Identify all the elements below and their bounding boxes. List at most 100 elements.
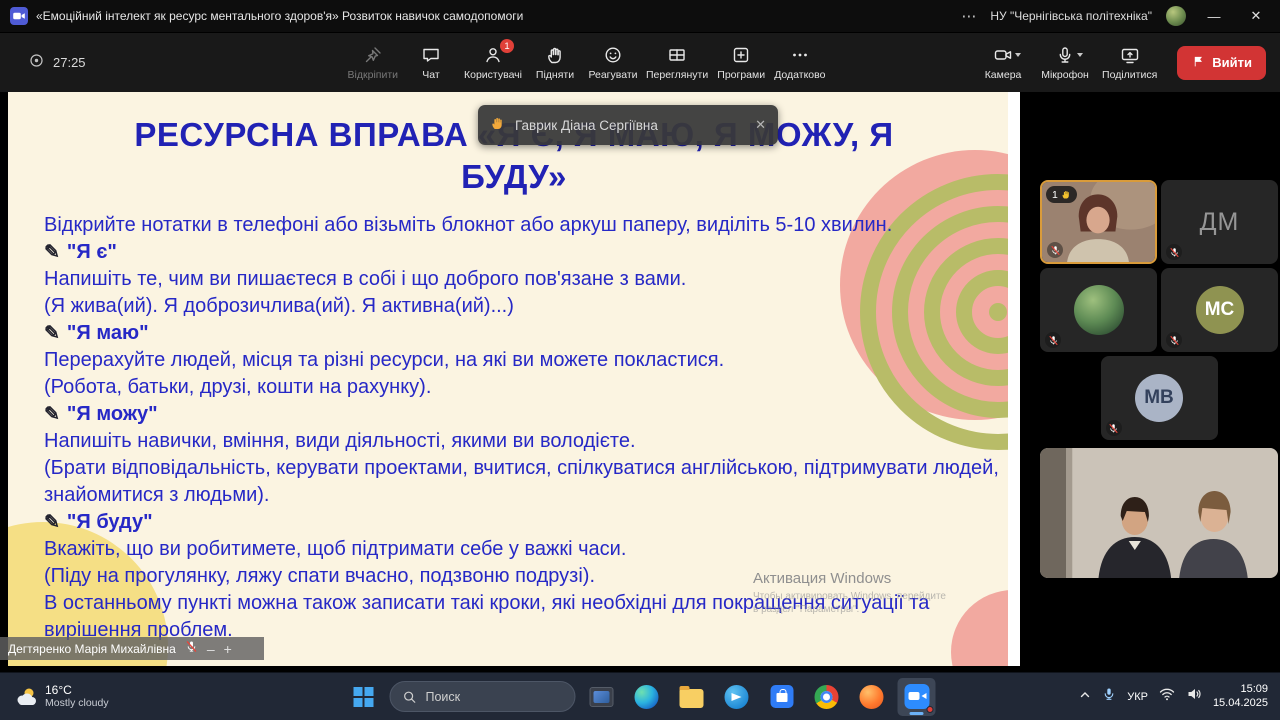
unpin-button[interactable]: Відкріпити [344, 42, 402, 83]
slide-line: ✎"Я є" [44, 239, 1014, 266]
hand-raised-notification: Гаврик Діана Сергіївна ✕ [478, 105, 778, 145]
mic-muted-icon [1166, 332, 1182, 348]
raise-hand-button[interactable]: Підняти [526, 42, 584, 83]
slide-line: ✎"Я можу" [44, 401, 1014, 428]
zoom-icon [904, 684, 929, 709]
weather-temperature: 16°C [45, 684, 109, 698]
store-icon [770, 685, 793, 708]
smiley-icon [603, 44, 623, 66]
participants-button[interactable]: 1 Користувачі [460, 42, 526, 83]
camera-icon [993, 44, 1013, 66]
tray-date: 15.04.2025 [1213, 697, 1268, 711]
start-button[interactable] [345, 678, 383, 716]
slide-line: Відкрийте нотатки в телефоні або візьміт… [44, 212, 1014, 239]
microphone-button[interactable]: Мікрофон [1036, 42, 1094, 83]
pencil-icon: ✎ [44, 512, 60, 533]
leave-flag-icon [1191, 54, 1205, 72]
participants-sidebar: 1 ДМ [1038, 92, 1280, 672]
chrome-icon [815, 685, 839, 709]
mic-muted-icon [1166, 244, 1182, 260]
language-indicator[interactable]: УКР [1127, 691, 1148, 703]
participant-tile-initials[interactable]: МС [1161, 268, 1278, 352]
react-button[interactable]: Реагувати [584, 42, 642, 83]
apps-plus-icon [731, 44, 751, 66]
hand-icon [490, 115, 505, 136]
chat-button[interactable]: Чат [402, 42, 460, 83]
pencil-icon: ✎ [44, 242, 60, 263]
participant-tile-initials[interactable]: МВ [1101, 356, 1218, 440]
apps-button[interactable]: Програми [712, 42, 770, 83]
folder-icon [680, 689, 704, 708]
orange-app-icon [860, 685, 884, 709]
presenter-name-label: Дегтяренко Марія Михайлівна – + [0, 637, 264, 660]
clock[interactable]: 15:09 15.04.2025 [1213, 683, 1268, 711]
share-screen-button[interactable]: Поділитися [1098, 42, 1161, 83]
edge-button[interactable] [628, 678, 666, 716]
zoom-taskbar-button[interactable] [898, 678, 936, 716]
account-avatar[interactable] [1166, 6, 1186, 26]
ellipsis-icon [790, 44, 810, 66]
users-icon [483, 44, 503, 66]
mic-muted-icon [185, 640, 198, 658]
volume-icon[interactable] [1186, 686, 1202, 707]
recording-timer-icon [28, 52, 45, 74]
participant-tile-video[interactable]: 1 [1040, 180, 1157, 264]
pin-icon [363, 44, 383, 66]
search-icon [403, 690, 417, 704]
chevron-down-icon[interactable] [1015, 53, 1021, 57]
pencil-icon: ✎ [44, 323, 60, 344]
grid-view-icon [667, 44, 687, 66]
notification-participant-name: Гаврик Діана Сергіївна [515, 118, 658, 133]
search-placeholder: Поиск [426, 690, 461, 704]
weather-widget[interactable]: 16°C Mostly cloudy [0, 673, 121, 720]
taskbar-search[interactable]: Поиск [390, 681, 576, 712]
orange-app-button[interactable] [853, 678, 891, 716]
participant-tile-video-large[interactable] [1040, 448, 1278, 578]
tray-time: 15:09 [1240, 683, 1268, 697]
task-view-button[interactable] [583, 678, 621, 716]
minimize-button[interactable]: — [1200, 9, 1228, 24]
mic-muted-icon [1047, 242, 1063, 258]
participant-initials: ДМ [1200, 208, 1240, 237]
titlebar-more-button[interactable]: ⋯ [961, 7, 976, 25]
meeting-toolbar: 27:25 Відкріпити Чат 1 Користувачі [0, 32, 1280, 92]
close-button[interactable]: ✕ [1242, 8, 1270, 24]
meeting-title: «Емоційний інтелект як ресурс ментальног… [36, 9, 523, 23]
notification-close-button[interactable]: ✕ [755, 117, 766, 133]
hand-icon [1061, 189, 1071, 200]
participant-avatar [1074, 285, 1124, 335]
chat-icon [421, 44, 441, 66]
file-explorer-button[interactable] [673, 678, 711, 716]
zoom-out-button[interactable]: – [207, 642, 215, 656]
share-screen-icon [1120, 44, 1140, 66]
slide-line: Напишіть навички, вміння, види діяльност… [44, 428, 1014, 455]
edge-icon [635, 685, 659, 709]
store-button[interactable] [763, 678, 801, 716]
tray-chevron-up-icon[interactable] [1079, 688, 1091, 706]
zoom-in-button[interactable]: + [224, 642, 232, 656]
meeting-content: РЕСУРСНА ВПРАВА «Я Є, Я МАЮ, Я МОЖУ, Я Б… [0, 92, 1280, 672]
participant-tile-avatar[interactable] [1040, 268, 1157, 352]
windows-taskbar: 16°C Mostly cloudy Поиск [0, 672, 1280, 720]
view-button[interactable]: Переглянути [642, 42, 712, 83]
leave-meeting-button[interactable]: Вийти [1177, 46, 1266, 80]
more-button[interactable]: Додатково [770, 42, 829, 83]
slide-line: (Піду на прогулянку, ляжу спати вчасно, … [44, 563, 1014, 590]
participant-video [1040, 448, 1278, 578]
blue-app-button[interactable] [718, 678, 756, 716]
weather-icon [12, 684, 38, 710]
wifi-icon[interactable] [1159, 686, 1175, 707]
slide-line: ✎"Я буду" [44, 509, 1014, 536]
blue-app-icon [725, 685, 749, 709]
mic-muted-icon [1045, 332, 1061, 348]
raised-hand-badge: 1 [1046, 186, 1077, 203]
chrome-button[interactable] [808, 678, 846, 716]
participant-tile-initials[interactable]: ДМ [1161, 180, 1278, 264]
slide-line: (Брати відповідальність, керувати проект… [44, 455, 1014, 509]
windows-logo-icon [354, 687, 374, 707]
tray-microphone-icon[interactable] [1102, 687, 1116, 706]
chevron-down-icon[interactable] [1077, 53, 1083, 57]
slide-line: Вкажіть, що ви робитимете, щоб підтримат… [44, 536, 1014, 563]
camera-button[interactable]: Камера [974, 42, 1032, 83]
mic-muted-icon [1106, 420, 1122, 436]
